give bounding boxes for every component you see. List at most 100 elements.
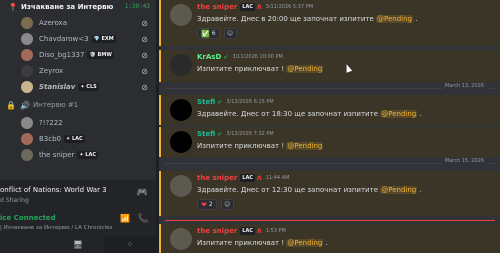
date-divider: March 13, 2026 xyxy=(165,83,495,89)
screen-icon[interactable]: 🖥 xyxy=(52,236,104,253)
activity-panel: onflict of Nations: World War 3 d Sharin… xyxy=(0,180,156,208)
mention[interactable]: @Pending xyxy=(286,239,324,247)
avatar[interactable] xyxy=(170,4,192,26)
message[interactable]: the sniper LAC Λ 1:53 PM Изпитите приклю… xyxy=(159,224,500,253)
avatar[interactable] xyxy=(170,131,192,153)
clan-badge: LAC xyxy=(240,3,256,11)
voice-user-name: Chavdarow<3 xyxy=(39,35,89,43)
gamepad-icon[interactable]: 🎮 xyxy=(137,188,148,198)
message-timestamp: 3/13/2026 6:15 PM xyxy=(226,99,274,105)
lac-icon: Λ xyxy=(257,3,262,11)
avatar xyxy=(21,33,33,45)
mention[interactable]: @Pending xyxy=(286,65,324,73)
voice-channel-title: Изчакване за Интервю xyxy=(20,3,114,11)
clan-badge: ✦ CLS xyxy=(78,83,99,91)
add-reaction-button[interactable]: ☺ xyxy=(223,28,237,39)
grid-icon[interactable]: ⁘ xyxy=(104,236,156,253)
voice-channel-2-title: Интервю #1 xyxy=(32,101,79,109)
verified-icon: ✔ xyxy=(217,130,223,138)
voice-connected-label: ice Connected xyxy=(0,214,56,222)
avatar xyxy=(21,49,33,61)
message-text: Изпитите приключват ! @Pending . xyxy=(197,239,328,247)
message[interactable]: KrAsD ✔ 3/11/2026 10:00 PM Изпитите прик… xyxy=(159,50,500,82)
location-pin-icon: 📍 xyxy=(8,2,18,12)
mic-button[interactable] xyxy=(0,236,52,253)
message-text: Здравейте. Днес от 12:30 ще започнат изп… xyxy=(197,186,422,194)
message-author[interactable]: Stefi xyxy=(197,130,215,138)
mic-muted-icon: ⊘ xyxy=(141,18,148,28)
clan-badge: LAC xyxy=(240,174,256,182)
message-timestamp: 11:44 AM xyxy=(265,175,290,181)
message-author[interactable]: KrAsD xyxy=(197,53,221,61)
message[interactable]: Stefi ✔ 3/13/2026 7:32 PM Изпитите прикл… xyxy=(159,127,500,157)
voice-user[interactable]: ?!?222 xyxy=(0,115,156,131)
voice-user[interactable]: Stanislav ✦ CLS ⊘ xyxy=(0,79,156,95)
voice-status-panel: ice Connected | Изчакване за Интервю / L… xyxy=(0,208,156,236)
voice-user[interactable]: Chavdarow<3 💎 EXM ⊘ xyxy=(0,31,156,47)
voice-user-name: Zeyrox xyxy=(39,67,64,75)
voice-user[interactable]: Diso_bg1337 🛡 BMW ⊘ xyxy=(0,47,156,63)
avatar xyxy=(21,17,33,29)
message-author[interactable]: the sniper xyxy=(197,3,237,11)
verified-icon: ✔ xyxy=(223,53,229,61)
mention[interactable]: @Pending xyxy=(380,110,418,118)
message-author[interactable]: the sniper xyxy=(197,227,237,235)
voice-controls-bar: 🖥 ⁘ xyxy=(0,236,156,253)
voice-user-name: ?!?222 xyxy=(39,119,63,127)
avatar[interactable] xyxy=(170,228,192,250)
mention[interactable]: @Pending xyxy=(376,15,413,23)
mic-muted-icon: ⊘ xyxy=(141,34,148,44)
clan-badge: ✦ LAC xyxy=(77,151,99,159)
message-timestamp: 3/11/2026 5:37 PM xyxy=(265,4,314,10)
voice-user-name: the sniper xyxy=(39,151,75,159)
avatar xyxy=(21,81,33,93)
add-reaction-button[interactable]: ☺ xyxy=(220,199,234,210)
voice-channel-2[interactable]: 🔒 🔊 Интервю #1 xyxy=(0,98,156,112)
new-messages-divider xyxy=(165,220,495,221)
mic-muted-icon: ⊘ xyxy=(141,50,148,60)
avatar xyxy=(21,149,33,161)
voice-user[interactable]: Azeroxa ⊘ xyxy=(0,15,156,31)
voice-channel-header[interactable]: 📍 Изчакване за Интервю 1:30:43 xyxy=(0,0,156,14)
reaction-check[interactable]: ✅ 6 xyxy=(197,28,220,39)
mic-muted-icon: ⊘ xyxy=(141,66,148,76)
mention[interactable]: @Pending xyxy=(380,186,418,194)
voice-sidebar: 📍 Изчакване за Интервю 1:30:43 Azeroxa ⊘… xyxy=(0,0,156,253)
signal-icon[interactable]: 📶 xyxy=(120,214,130,223)
mention[interactable]: @Pending xyxy=(286,142,324,150)
message[interactable]: Stefi ✔ 3/13/2026 6:15 PM Здравейте. Дне… xyxy=(159,95,500,125)
avatar xyxy=(21,133,33,145)
message[interactable]: the sniper LAC Λ 3/11/2026 5:37 PM Здрав… xyxy=(159,0,500,46)
voice-timer: 1:30:43 xyxy=(124,3,150,10)
avatar[interactable] xyxy=(170,54,192,76)
activity-subtitle: d Sharing xyxy=(0,197,29,204)
message[interactable]: the sniper LAC Λ 11:44 AM Здравейте. Дне… xyxy=(159,171,500,216)
lac-icon: Λ xyxy=(257,174,262,182)
voice-user[interactable]: Zeyrox ⊘ xyxy=(0,63,156,79)
message-text: Здравейте. Днес от 18:30 ще започнат изп… xyxy=(197,110,422,118)
clan-badge: 💎 EXM xyxy=(91,35,116,43)
date-divider: March 15, 2026 xyxy=(165,158,495,164)
avatar xyxy=(21,117,33,129)
activity-game: onflict of Nations: World War 3 xyxy=(0,186,107,194)
voice-user[interactable]: the sniper ✦ LAC xyxy=(0,147,156,163)
mic-muted-icon: ⊘ xyxy=(141,82,148,92)
voice-user-name: Stanislav xyxy=(39,83,76,91)
avatar[interactable] xyxy=(170,99,192,121)
message-text: Изпитите приключват ! @Pending xyxy=(197,142,324,150)
message-timestamp: 3/11/2026 10:00 PM xyxy=(232,54,283,60)
message-author[interactable]: the sniper xyxy=(197,174,237,182)
message-text: Здравейте. Днес в 20:00 ще започнат изпи… xyxy=(197,15,418,23)
lock-icon: 🔒 xyxy=(6,100,16,110)
message-author[interactable]: Stefi xyxy=(197,98,215,106)
reaction-heart[interactable]: ❤ 2 xyxy=(197,199,217,210)
clan-badge: LAC xyxy=(240,227,256,235)
chat-panel: the sniper LAC Λ 3/11/2026 5:37 PM Здрав… xyxy=(159,0,500,253)
voice-user[interactable]: B3cb0 ✦ LAC xyxy=(0,131,156,147)
verified-icon: ✔ xyxy=(217,98,223,106)
hangup-icon[interactable]: 📞 xyxy=(138,214,149,224)
voice-user-name: Azeroxa xyxy=(39,19,67,27)
avatar[interactable] xyxy=(170,175,192,197)
message-timestamp: 1:53 PM xyxy=(265,228,286,234)
lac-icon: Λ xyxy=(257,227,262,235)
